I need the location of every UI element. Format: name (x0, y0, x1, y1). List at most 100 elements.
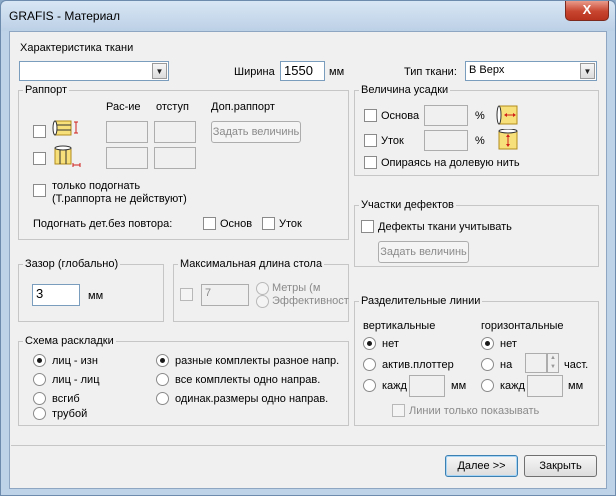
rapport-col-dop: Доп.раппорт (211, 101, 275, 113)
fabric-type-value: В Верх (469, 64, 505, 76)
fit-osnov-checkbox[interactable] (203, 217, 216, 230)
table-length-efficiency-label: Эффективност (272, 295, 349, 307)
title-bar[interactable]: GRAFIS - Материал X (1, 1, 615, 31)
rapport-horiz-rasie-input[interactable] (106, 147, 148, 169)
layout-scheme-legend: Схема раскладки (25, 335, 114, 347)
table-length-meters-radio[interactable] (256, 282, 269, 295)
layout-truboy-label: трубой (52, 408, 88, 420)
dividers-v-each-input[interactable] (409, 375, 445, 397)
dividers-h-parts-input[interactable] (525, 353, 547, 373)
dividers-v-plotter-label: актив.плоттер (382, 359, 454, 371)
rapport-set-value-button[interactable]: Задать величинь (211, 121, 301, 143)
dividers-v-plotter-radio[interactable] (363, 358, 376, 371)
layout-diff-sets-radio[interactable] (156, 354, 169, 367)
show-only-label: Линии только показывать (409, 405, 540, 417)
shrinkage-osnova-label: Основа (381, 110, 420, 122)
layout-lic-izn-radio[interactable] (33, 354, 46, 367)
next-button[interactable]: Далее >> (445, 455, 518, 477)
fit-osnov-label: Основ (220, 218, 253, 230)
dividers-h-each-label: кажд (500, 380, 525, 392)
fit-utok-label: Уток (279, 218, 302, 230)
dividers-horizontal-label: горизонтальные (481, 320, 564, 332)
rapport-weft-icon (51, 145, 81, 167)
layout-same-sizes-radio[interactable] (156, 392, 169, 405)
rapport-col-rasie: Рас-ие (106, 101, 141, 113)
rapport-legend: Раппорт (25, 84, 68, 96)
table-length-input[interactable]: 7 (201, 284, 249, 306)
rapport-vert-rasie-input[interactable] (106, 121, 148, 143)
defects-set-value-button[interactable]: Задать величинь (378, 241, 469, 263)
layout-all-sets-radio[interactable] (156, 373, 169, 386)
dividers-h-parts-spinner[interactable]: ▲ ▼ (547, 353, 559, 373)
rapport-col-otstup: отступ (156, 101, 189, 113)
rapport-vertical-checkbox[interactable] (33, 125, 46, 138)
layout-vsgib-label: всгиб (52, 393, 80, 405)
fit-only-checkbox[interactable] (33, 184, 46, 197)
gap-legend: Зазор (глобально) (25, 258, 119, 270)
grain-label: Опираясь на долевую нить (381, 157, 520, 169)
dividers-legend: Разделительные линии (361, 295, 481, 307)
gap-input[interactable]: 3 (32, 284, 80, 306)
defects-consider-checkbox[interactable] (361, 220, 374, 233)
width-input[interactable]: 1550 (280, 61, 325, 81)
dividers-h-each-radio[interactable] (481, 379, 494, 392)
show-only-checkbox[interactable] (392, 404, 405, 417)
layout-lic-lic-label: лиц - лиц (52, 374, 100, 386)
layout-truboy-radio[interactable] (33, 407, 46, 420)
dividers-vertical-label: вертикальные (363, 320, 436, 332)
fabric-char-label: Характеристика ткани (20, 42, 134, 54)
table-length-checkbox[interactable] (180, 288, 193, 301)
shrinkage-weft-icon (496, 128, 520, 151)
window-title: GRAFIS - Материал (9, 9, 120, 23)
dividers-v-unit: мм (451, 380, 467, 392)
shrinkage-osnova-checkbox[interactable] (364, 109, 377, 122)
dividers-v-each-radio[interactable] (363, 379, 376, 392)
fabric-type-combo[interactable]: В Верх ▼ (465, 61, 597, 81)
grain-checkbox[interactable] (364, 156, 377, 169)
fit-utok-checkbox[interactable] (262, 217, 275, 230)
defects-legend: Участки дефектов (361, 199, 454, 211)
chevron-down-icon[interactable]: ▼ (152, 63, 167, 79)
defects-consider-label: Дефекты ткани учитывать (378, 221, 512, 233)
shrinkage-legend: Величина усадки (361, 84, 449, 96)
fit-only-note: (Т.раппорта не действуют) (52, 193, 187, 205)
close-button[interactable]: Закрыть (524, 455, 597, 477)
shrinkage-warp-icon (496, 104, 520, 126)
dividers-h-each-input[interactable] (527, 375, 563, 397)
layout-lic-lic-radio[interactable] (33, 373, 46, 386)
rapport-horiz-otstup-input[interactable] (154, 147, 196, 169)
dividers-v-each-label: кажд (382, 380, 407, 392)
width-label: Ширина (234, 66, 275, 78)
dividers-h-on-label: на (500, 359, 513, 371)
dividers-h-on-radio[interactable] (481, 358, 494, 371)
bottom-divider (11, 445, 605, 446)
rapport-horizontal-checkbox[interactable] (33, 152, 46, 165)
dividers-h-none-radio[interactable] (481, 337, 494, 350)
layout-same-sizes-label: одинак.размеры одно направ. (175, 393, 329, 405)
layout-all-sets-label: все комплекты одно направ. (175, 374, 321, 386)
layout-vsgib-radio[interactable] (33, 392, 46, 405)
dividers-h-none-label: нет (500, 338, 517, 350)
fit-no-repeat-label: Подогнать дет.без повтора: (33, 218, 173, 230)
dividers-v-none-radio[interactable] (363, 337, 376, 350)
fit-only-label: только подогнать (52, 180, 141, 192)
chevron-down-icon[interactable]: ▼ (580, 63, 595, 79)
shrinkage-utok-checkbox[interactable] (364, 134, 377, 147)
fabric-char-combo[interactable]: ▼ (19, 61, 169, 81)
layout-lic-izn-label: лиц - изн (52, 355, 98, 367)
table-length-legend: Максимальная длина стола (180, 258, 323, 270)
shrinkage-utok-input[interactable] (424, 130, 468, 151)
gap-unit: мм (88, 290, 104, 302)
shrinkage-osnova-input[interactable] (424, 105, 468, 126)
shrinkage-osnova-percent: % (475, 110, 485, 122)
dialog-client: Характеристика ткани ▼ Ширина 1550 мм Ти… (9, 31, 607, 489)
dividers-h-parts-label: част. (564, 359, 589, 371)
layout-diff-sets-label: разные комплекты разное напр. (175, 355, 340, 367)
rapport-vert-otstup-input[interactable] (154, 121, 196, 143)
rapport-warp-icon (51, 118, 81, 138)
shrinkage-utok-percent: % (475, 135, 485, 147)
fabric-type-label: Тип ткани: (404, 66, 457, 78)
width-unit: мм (329, 66, 345, 78)
table-length-efficiency-radio[interactable] (256, 295, 269, 308)
close-window-button[interactable]: X (565, 1, 609, 21)
